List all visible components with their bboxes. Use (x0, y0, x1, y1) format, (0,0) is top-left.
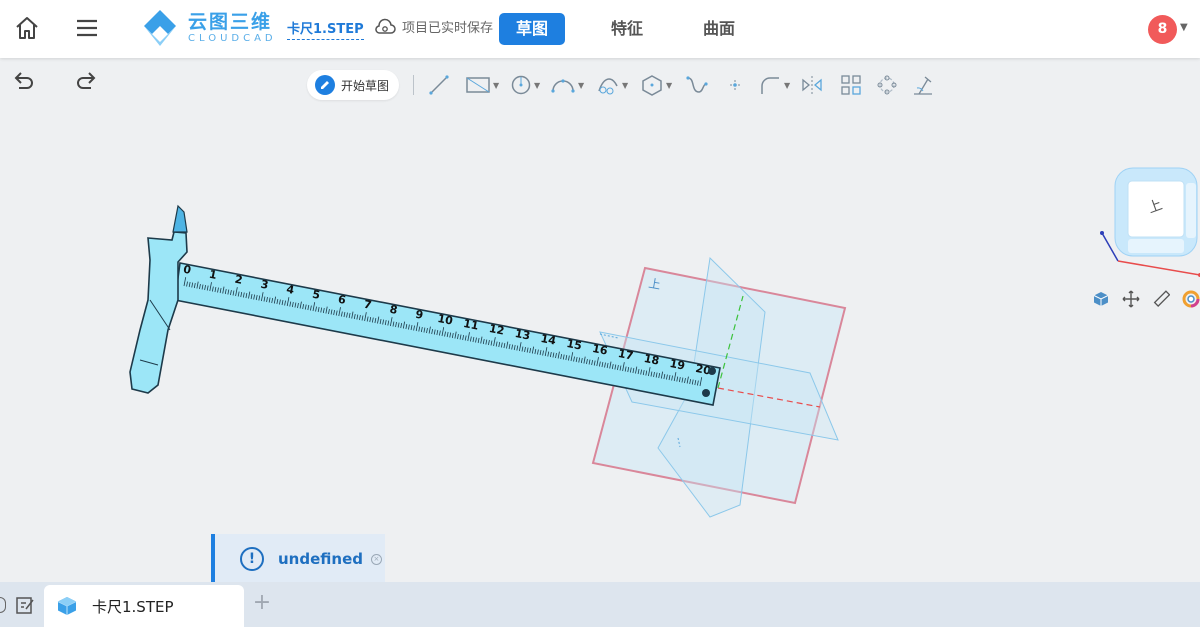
add-tab-button[interactable]: + (250, 592, 274, 616)
screw-hole-bottom (702, 389, 710, 397)
rectangle-tool-icon[interactable]: ▼ (465, 73, 499, 97)
edit-notes-icon[interactable] (14, 594, 36, 616)
panel-toggle-icon[interactable] (0, 596, 6, 613)
tab-feature[interactable]: 特征 (594, 13, 660, 45)
home-icon[interactable] (13, 14, 41, 42)
bottom-left-tools (0, 582, 42, 627)
start-sketch-button[interactable]: 开始草图 (307, 70, 400, 100)
pattern-tool-icon[interactable] (840, 73, 862, 97)
color-icon[interactable] (1180, 288, 1200, 310)
view-tools (1090, 288, 1200, 310)
caliper-model[interactable]: 0 1 2 3 4 5 6 7 8 9 10 11 12 13 14 15 16 17 18 19 20 (129, 204, 721, 406)
display-mode-icon[interactable] (1090, 288, 1112, 310)
notification-toast: ! undefined × (211, 534, 385, 584)
tab-surface[interactable]: 曲面 (686, 13, 752, 45)
document-tab-label: 卡尺1.STEP (92, 597, 174, 616)
trim-tool-icon[interactable]: ▼ (596, 73, 628, 97)
avatar-menu-caret-icon[interactable]: ▼ (1180, 22, 1188, 33)
cube-x-axis (1117, 260, 1200, 276)
tab-sketch[interactable]: 草图 (499, 13, 565, 45)
chevron-down-icon[interactable]: ▼ (534, 81, 540, 90)
circular-pattern-tool-icon[interactable] (875, 73, 899, 97)
move-icon[interactable] (1120, 288, 1142, 310)
polygon-tool-icon[interactable]: ▼ (640, 73, 672, 97)
notification-text: undefined (278, 550, 363, 568)
arc-tool-icon[interactable]: ▼ (550, 73, 584, 97)
cloud-icon (375, 18, 396, 34)
menu-icon[interactable] (73, 14, 101, 42)
top-bar: 云图三维 CLOUDCAD 卡尺1.STEP 项目已实时保存 草图 特征 曲面 … (0, 0, 1200, 58)
undo-button[interactable] (11, 68, 37, 94)
close-icon[interactable]: × (370, 553, 382, 565)
info-icon: ! (240, 547, 264, 571)
screw-hole-top (708, 367, 716, 375)
bottom-bar: 卡尺1.STEP + (0, 582, 1200, 627)
chevron-down-icon[interactable]: ▼ (784, 81, 790, 90)
model-canvas[interactable]: 上 0 1 2 3 4 5 6 7 8 9 10 11 12 13 14 15 16 17 18 19 20 (0, 58, 1200, 582)
view-cube[interactable]: 上 (1090, 163, 1200, 287)
logo: 云图三维 CLOUDCAD (140, 8, 277, 48)
start-sketch-label: 开始草图 (341, 78, 390, 93)
chevron-down-icon[interactable]: ▼ (622, 81, 628, 90)
logo-subtitle: CLOUDCAD (188, 33, 277, 44)
fillet-tool-icon[interactable]: ▼ (758, 73, 790, 97)
avatar[interactable]: 8 (1148, 15, 1177, 44)
file-name[interactable]: 卡尺1.STEP (287, 18, 364, 40)
part-cube-icon (57, 597, 77, 615)
jaw-tip (172, 204, 188, 233)
chevron-down-icon[interactable]: ▼ (666, 81, 672, 90)
redo-button[interactable] (73, 68, 99, 94)
circle-tool-icon[interactable]: ▼ (510, 73, 540, 97)
save-status-text: 项目已实时保存 (402, 21, 494, 36)
mirror-tool-icon[interactable] (800, 73, 824, 97)
chevron-down-icon[interactable]: ▼ (578, 81, 584, 90)
3d-viewport[interactable]: 上 0 1 2 3 4 5 6 7 8 9 10 11 12 13 14 15 16 17 18 19 20 (0, 58, 1200, 582)
chevron-down-icon[interactable]: ▼ (493, 81, 499, 90)
pencil-icon (315, 75, 335, 95)
logo-icon (144, 10, 176, 46)
undo-icon (14, 72, 33, 89)
dimension-tool-icon[interactable] (911, 73, 935, 97)
line-tool-icon[interactable] (428, 73, 450, 97)
document-tab[interactable]: 卡尺1.STEP (44, 585, 244, 627)
toolbar-divider (413, 75, 414, 95)
spline-tool-icon[interactable] (685, 73, 709, 97)
measure-icon[interactable] (1150, 288, 1172, 310)
logo-name: 云图三维 (188, 11, 273, 33)
save-status: 项目已实时保存 (374, 17, 493, 36)
redo-icon (77, 72, 96, 89)
point-tool-icon[interactable] (725, 73, 745, 97)
plane-label: 上 (647, 276, 661, 292)
